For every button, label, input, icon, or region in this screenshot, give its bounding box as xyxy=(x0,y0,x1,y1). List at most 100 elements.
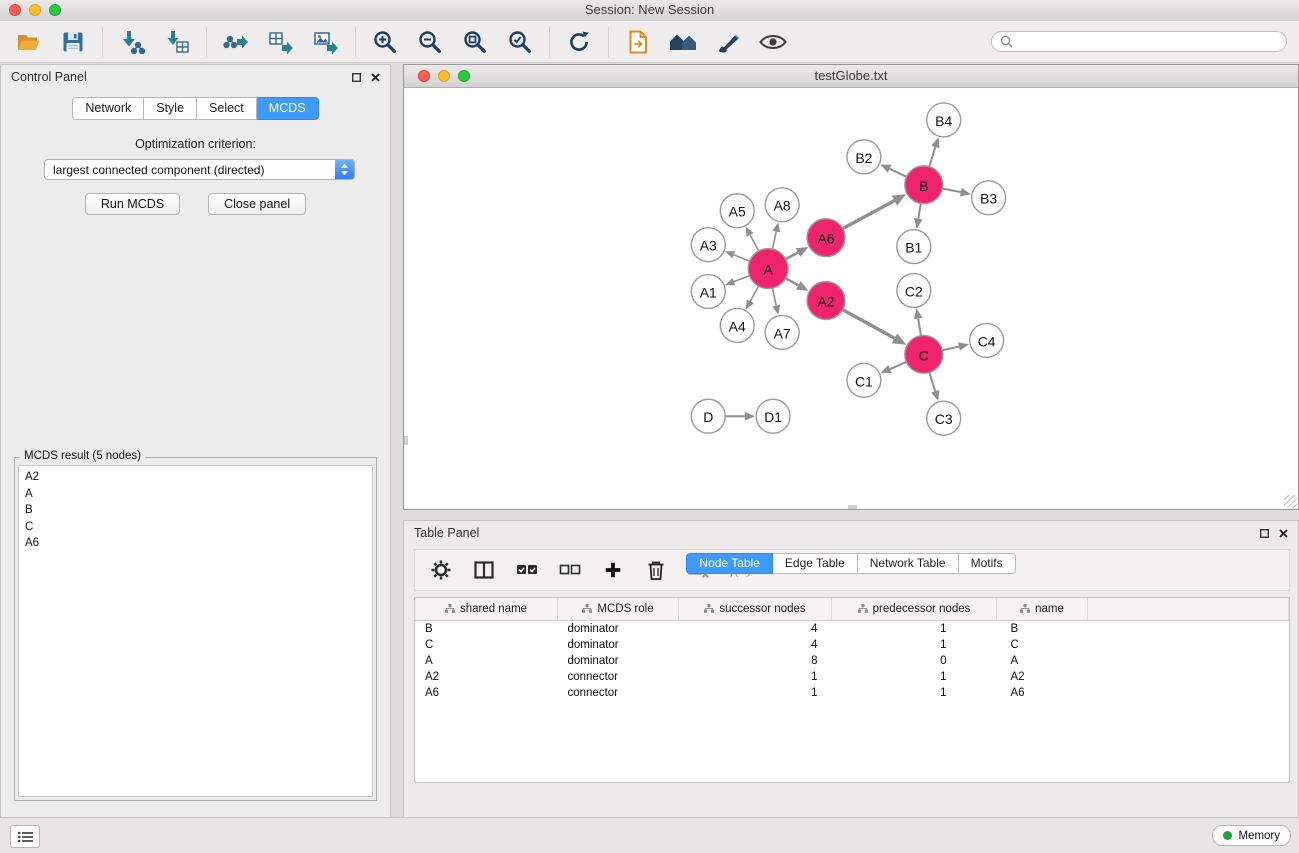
zoom-fit-icon xyxy=(462,29,488,55)
graph-node-label-A4: A4 xyxy=(729,318,746,334)
import-table-icon xyxy=(164,29,190,55)
zoom-fit-button[interactable] xyxy=(459,26,491,58)
import-table-button[interactable] xyxy=(161,26,193,58)
graph-node-label-D1: D1 xyxy=(764,409,782,425)
graph-edge-A-A7[interactable] xyxy=(772,288,776,306)
mcds-result-item[interactable]: C xyxy=(25,519,366,536)
table-tab-node-table[interactable]: Node Table xyxy=(686,553,773,574)
memory-status-icon xyxy=(1223,831,1232,840)
open-document-button[interactable] xyxy=(622,26,654,58)
open-folder-icon xyxy=(15,29,41,55)
export-table-icon xyxy=(268,29,294,55)
graph-edge-B-B3[interactable] xyxy=(942,188,961,192)
graph-edge-A-A3[interactable] xyxy=(734,255,750,261)
graph-edge-A2-C[interactable] xyxy=(843,310,895,339)
graph-arrowhead-B-B3 xyxy=(960,188,971,197)
zoom-selected-button[interactable] xyxy=(504,26,536,58)
graph-node-label-A1: A1 xyxy=(700,285,717,301)
export-image-icon xyxy=(313,29,339,55)
graph-arrowhead-C-C2 xyxy=(914,308,923,319)
resize-handle[interactable] xyxy=(1284,495,1297,508)
close-table-panel-icon[interactable] xyxy=(1279,529,1288,538)
zoom-out-icon xyxy=(417,29,443,55)
network-canvas[interactable]: B4B2BB3A5A8A6B1A3AC2A1A2A4A7C4CC1C3DD1 xyxy=(404,88,1298,509)
show-hide-button[interactable] xyxy=(757,26,789,58)
graph-node-label-C: C xyxy=(919,347,929,363)
tab-select[interactable]: Select xyxy=(197,97,257,120)
network-graph[interactable]: B4B2BB3A5A8A6B1A3AC2A1A2A4A7C4CC1C3DD1 xyxy=(404,88,1298,509)
control-panel-tabs: NetworkStyleSelectMCDS xyxy=(1,97,390,120)
window-title: Session: New Session xyxy=(0,0,1299,20)
export-image-button[interactable] xyxy=(310,26,342,58)
minimize-window-button[interactable] xyxy=(29,4,41,16)
search-box xyxy=(991,31,1287,52)
graph-node-label-C1: C1 xyxy=(855,373,873,389)
table-tab-motifs[interactable]: Motifs xyxy=(959,553,1016,574)
network-minimize-button[interactable] xyxy=(438,70,450,82)
network-close-button[interactable] xyxy=(418,70,430,82)
tab-mcds[interactable]: MCDS xyxy=(257,97,319,120)
network-zoom-button[interactable] xyxy=(458,70,470,82)
float-table-panel-icon[interactable] xyxy=(1260,529,1269,538)
zoom-in-button[interactable] xyxy=(369,26,401,58)
run-mcds-button[interactable]: Run MCDS xyxy=(85,193,180,215)
open-session-button[interactable] xyxy=(12,26,44,58)
graph-edge-C-C1[interactable] xyxy=(890,362,906,369)
export-table-button[interactable] xyxy=(265,26,297,58)
graph-edge-A-A5[interactable] xyxy=(750,235,759,251)
search-icon xyxy=(1000,35,1013,48)
zoom-out-button[interactable] xyxy=(414,26,446,58)
graph-arrowhead-A-A3 xyxy=(725,251,735,258)
graph-edge-A-A6[interactable] xyxy=(786,253,798,260)
graph-edge-C-C4[interactable] xyxy=(942,347,959,351)
optimization-dropdown[interactable]: largest connected component (directed) xyxy=(44,159,355,180)
table-tab-edge-table[interactable]: Edge Table xyxy=(773,553,858,574)
mcds-result-item[interactable]: A6 xyxy=(25,535,366,552)
table-tab-network-table[interactable]: Network Table xyxy=(858,553,959,574)
graph-arrowhead-C-C3 xyxy=(931,390,939,401)
apply-layout-button[interactable] xyxy=(563,26,595,58)
graph-edge-A6-B[interactable] xyxy=(843,201,895,229)
graph-edge-C-C2[interactable] xyxy=(918,319,921,336)
memory-button[interactable]: Memory xyxy=(1212,825,1291,846)
zoom-window-button[interactable] xyxy=(49,4,61,16)
first-neighbors-button[interactable] xyxy=(667,26,699,58)
mcds-result-item[interactable]: A2 xyxy=(25,469,366,486)
zoom-selected-icon xyxy=(507,29,533,55)
mcds-result-item[interactable]: A xyxy=(25,486,366,503)
graph-edge-A-A8[interactable] xyxy=(772,232,776,250)
graph-node-label-A7: A7 xyxy=(774,325,791,341)
graph-edge-B-B1[interactable] xyxy=(918,204,920,219)
search-input[interactable] xyxy=(1018,34,1278,50)
tab-network[interactable]: Network xyxy=(72,97,144,120)
import-network-button[interactable] xyxy=(116,26,148,58)
annotation-button[interactable] xyxy=(712,26,744,58)
optimization-criterion-label: Optimization criterion: xyxy=(1,137,390,151)
graph-edge-C-C3[interactable] xyxy=(929,372,935,391)
save-session-button[interactable] xyxy=(57,26,89,58)
close-panel-button[interactable]: Close panel xyxy=(208,193,306,215)
graph-node-label-B3: B3 xyxy=(980,191,997,207)
mcds-result-list[interactable]: A2ABCA6 xyxy=(18,465,373,797)
graph-arrowhead-A-A7 xyxy=(772,305,780,315)
graph-edge-A-A1[interactable] xyxy=(734,276,750,282)
graph-edge-A-A2[interactable] xyxy=(786,278,799,285)
network-window-titlebar: testGlobe.txt xyxy=(404,65,1298,88)
graph-node-label-B1: B1 xyxy=(905,240,922,256)
table-panel-tabs: Node TableEdge TableNetwork TableMotifs xyxy=(404,553,1298,810)
memory-label: Memory xyxy=(1238,830,1280,842)
close-panel-icon[interactable] xyxy=(371,73,380,82)
close-window-button[interactable] xyxy=(9,4,21,16)
graph-edge-B-B4[interactable] xyxy=(929,147,935,167)
mcds-result-item[interactable]: B xyxy=(25,502,366,519)
tab-style[interactable]: Style xyxy=(144,97,197,120)
graph-edge-A-A4[interactable] xyxy=(750,286,758,301)
status-bar: Memory xyxy=(0,817,1299,853)
export-network-icon xyxy=(223,29,249,55)
table-panel-title: Table Panel xyxy=(414,526,479,540)
window-titlebar: Session: New Session xyxy=(0,0,1299,22)
float-panel-icon[interactable] xyxy=(352,73,361,82)
graph-edge-B-B2[interactable] xyxy=(890,169,907,177)
task-history-button[interactable] xyxy=(10,825,40,848)
export-network-button[interactable] xyxy=(220,26,252,58)
